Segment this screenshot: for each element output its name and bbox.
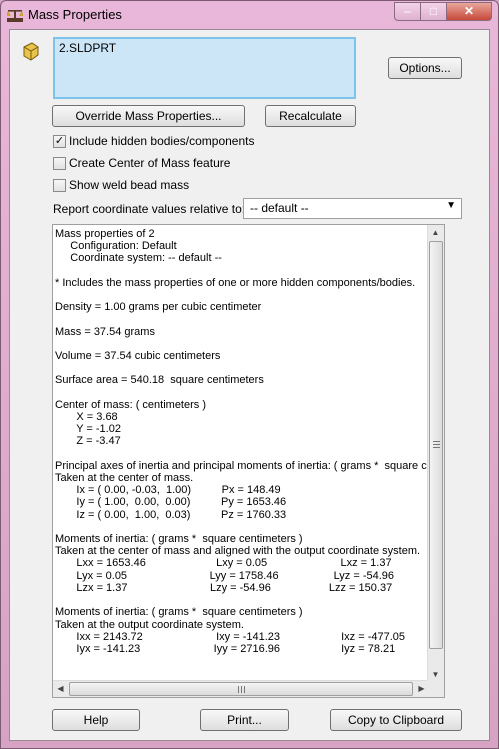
results-line: Surface area = 540.18 square centimeters	[55, 374, 264, 387]
results-line: Taken at the center of mass and aligned …	[55, 545, 421, 558]
results-line: Mass = 37.54 grams	[55, 325, 155, 338]
results-line: Ixx = 2143.72 Ixy = -141.23 Ixz = -477.0…	[55, 630, 406, 643]
results-text: Mass properties of 2 Configuration: Defa…	[55, 228, 429, 678]
results-line: Mass properties of 2	[55, 228, 155, 240]
title-bar[interactable]: Mass Properties – □ ✕	[1, 1, 498, 29]
minimize-button[interactable]: –	[394, 2, 421, 21]
results-line	[55, 265, 429, 277]
scroll-left-arrow-icon[interactable]: ◀	[53, 684, 68, 693]
results-line: Configuration: Default	[55, 240, 177, 253]
results-line	[55, 594, 429, 606]
scroll-corner	[427, 680, 444, 697]
results-line: Volume = 37.54 cubic centimeters	[55, 350, 221, 363]
results-line: Iz = ( 0.00, 1.00, 0.03) Pz = 1760.33	[55, 508, 287, 521]
results-line: Iyx = -141.23 Iyy = 2716.96 Iyz = 78.21	[55, 642, 396, 655]
mass-properties-window: Mass Properties – □ ✕ 2.SLDPRT Options..…	[0, 0, 499, 749]
results-line: Z = -3.47	[55, 435, 121, 448]
show-weld-bead-checkbox[interactable]	[53, 179, 66, 192]
results-panel[interactable]: Mass properties of 2 Configuration: Defa…	[52, 224, 445, 698]
scroll-up-arrow-icon[interactable]: ▲	[428, 228, 443, 237]
scroll-down-arrow-icon[interactable]: ▼	[428, 670, 443, 679]
print-button[interactable]: Print...	[200, 709, 289, 731]
results-line: * Includes the mass properties of one or…	[55, 276, 416, 289]
help-button[interactable]: Help	[52, 709, 140, 731]
results-line	[55, 362, 429, 374]
results-line: Center of mass: ( centimeters )	[55, 398, 206, 411]
coordinate-system-value: -- default --	[250, 201, 309, 215]
window-title: Mass Properties	[28, 7, 122, 22]
results-line	[55, 289, 429, 301]
create-center-of-mass-checkbox[interactable]	[53, 157, 66, 170]
create-center-of-mass-label: Create Center of Mass feature	[69, 156, 231, 170]
results-line: Lxx = 1653.46 Lxy = 0.05 Lxz = 1.37	[55, 557, 392, 570]
options-button[interactable]: Options...	[388, 57, 462, 79]
close-button[interactable]: ✕	[446, 2, 492, 21]
show-weld-bead-label: Show weld bead mass	[69, 178, 190, 192]
maximize-button[interactable]: □	[420, 2, 447, 21]
results-line: Taken at the output coordinate system.	[55, 618, 244, 631]
vertical-scroll-thumb[interactable]	[429, 241, 443, 649]
chevron-down-icon: ▼	[446, 200, 456, 211]
dialog-body: 2.SLDPRT Options... Override Mass Proper…	[9, 29, 490, 741]
selected-item[interactable]: 2.SLDPRT	[59, 41, 350, 55]
results-line: Ix = ( 0.00, -0.03, 1.00) Px = 148.49	[55, 484, 281, 497]
results-line: Taken at the center of mass.	[55, 472, 194, 485]
results-line: Iy = ( 1.00, 0.00, 0.00) Py = 1653.46	[55, 496, 287, 509]
results-line	[55, 387, 429, 399]
results-line: Moments of inertia: ( grams * square cen…	[55, 606, 303, 619]
selected-items-list[interactable]: 2.SLDPRT	[53, 37, 356, 99]
coordinate-system-dropdown[interactable]: -- default -- ▼	[243, 198, 462, 219]
mass-properties-app-icon	[7, 10, 23, 22]
include-hidden-label: Include hidden bodies/components	[69, 134, 255, 148]
recalculate-button[interactable]: Recalculate	[265, 105, 356, 127]
results-line	[55, 521, 429, 533]
results-line	[55, 313, 429, 325]
vertical-scrollbar[interactable]: ▲ ▼	[427, 225, 444, 682]
results-line: Lyx = 0.05 Lyy = 1758.46 Lyz = -54.96	[55, 569, 395, 582]
results-line: Coordinate system: -- default --	[55, 252, 222, 265]
results-line	[55, 338, 429, 350]
horizontal-scroll-thumb[interactable]	[69, 682, 413, 696]
results-line: Density = 1.00 grams per cubic centimete…	[55, 301, 262, 314]
include-hidden-checkbox[interactable]: ✓	[53, 135, 66, 148]
results-line: Lzx = 1.37 Lzy = -54.96 Lzz = 150.37	[55, 581, 393, 594]
report-coordinate-label: Report coordinate values relative to:	[53, 202, 246, 216]
results-line: Principal axes of inertia and principal …	[55, 459, 429, 472]
results-line: Moments of inertia: ( grams * square cen…	[55, 533, 303, 546]
results-line: Y = -1.02	[55, 423, 121, 436]
override-mass-properties-button[interactable]: Override Mass Properties...	[52, 105, 245, 127]
results-line: X = 3.68	[55, 411, 118, 424]
copy-to-clipboard-button[interactable]: Copy to Clipboard	[330, 709, 462, 731]
horizontal-scrollbar[interactable]: ◀ ▶	[53, 680, 429, 697]
results-line	[55, 448, 429, 460]
selected-items-icon	[23, 42, 39, 61]
